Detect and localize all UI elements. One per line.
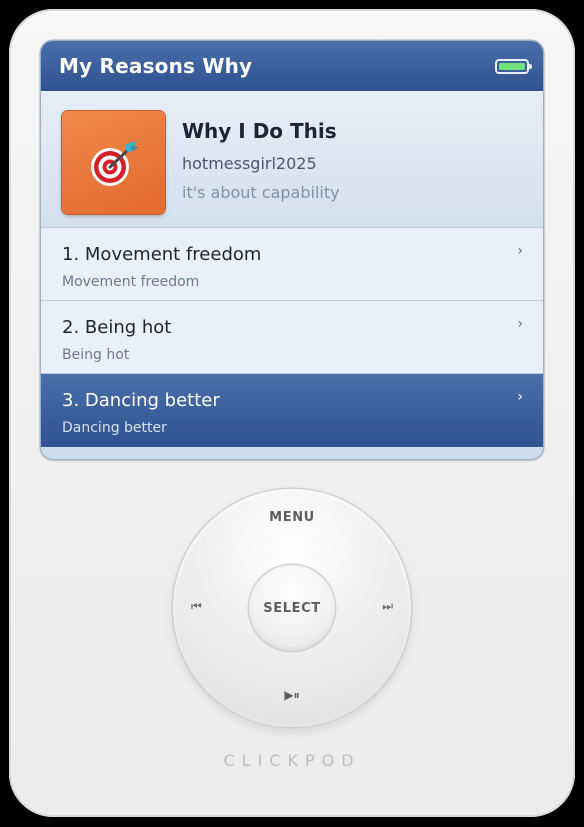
- title-bar: My Reasons Why: [41, 41, 543, 91]
- clickpod-device: My Reasons Why Why I Do This hotmessgirl…: [9, 9, 575, 817]
- list-item-title: 2. Being hot: [62, 317, 172, 338]
- list-item-title: 1. Movement freedom: [62, 244, 262, 265]
- menu-button[interactable]: MENU: [173, 510, 411, 525]
- list-item-selected[interactable]: 3. Dancing better Dancing better ›: [41, 374, 543, 447]
- list-item[interactable]: 2. Being hot Being hot ›: [41, 301, 543, 374]
- screen-title: My Reasons Why: [59, 54, 253, 78]
- target-dart-icon: [90, 140, 138, 186]
- album-art: [62, 111, 165, 214]
- now-playing-card[interactable]: Why I Do This hotmessgirl2025 it's about…: [41, 91, 543, 228]
- battery-full-icon: [495, 59, 532, 74]
- select-button[interactable]: SELECT: [249, 565, 335, 651]
- list-item-subtitle: Being hot: [62, 347, 130, 363]
- list-item-subtitle: Dancing better: [62, 420, 167, 436]
- now-playing-subtitle: it's about capability: [182, 183, 340, 202]
- chevron-right-icon: ›: [517, 316, 523, 332]
- play-pause-icon[interactable]: ▶︎⏸: [173, 688, 411, 703]
- screen: My Reasons Why Why I Do This hotmessgirl…: [41, 41, 543, 459]
- list-overflow-edge: [41, 447, 543, 459]
- chevron-right-icon: ›: [517, 243, 523, 259]
- list-item[interactable]: 1. Movement freedom Movement freedom ›: [41, 228, 543, 301]
- now-playing-title: Why I Do This: [182, 119, 337, 143]
- chevron-right-icon: ›: [517, 389, 523, 405]
- click-wheel[interactable]: MENU ⏮ ⏭ ▶︎⏸ SELECT: [173, 489, 411, 727]
- next-track-icon[interactable]: ⏭: [382, 599, 393, 614]
- brand-logo: CLICKPOD: [223, 751, 361, 770]
- list-item-subtitle: Movement freedom: [62, 274, 200, 290]
- now-playing-artist: hotmessgirl2025: [182, 154, 317, 173]
- list-item-title: 3. Dancing better: [62, 390, 220, 411]
- previous-track-icon[interactable]: ⏮: [191, 599, 202, 614]
- reasons-list: 1. Movement freedom Movement freedom › 2…: [41, 228, 543, 447]
